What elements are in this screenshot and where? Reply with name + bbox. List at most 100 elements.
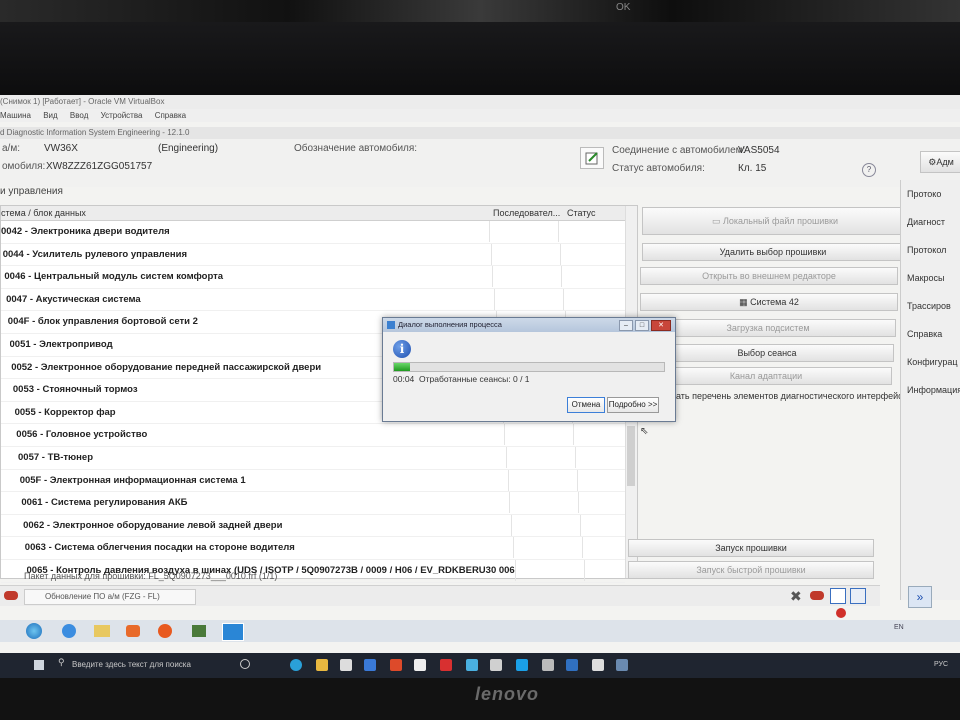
edit-note-icon[interactable] [580,147,604,169]
forward-icon[interactable]: » [908,586,932,608]
control-unit-name: 0044 - Усилитель рулевого управления [2,248,187,260]
windows-taskbar: ⚲ Введите здесь текст для поиска РУС [0,653,960,678]
table-row[interactable]: 0056 - Головное устройство [1,424,625,447]
local-file-button[interactable]: ▭ Локальный файл прошивки [642,207,908,235]
opera-icon[interactable] [440,659,452,671]
sequence-cell [514,559,584,581]
control-unit-name: 0047 - Акустическая система [6,293,141,305]
open-external-button[interactable]: Открыть во внешнем редакторе [640,267,898,285]
table-row[interactable]: 0047 - Акустическая система [1,288,625,312]
store-icon[interactable] [340,659,352,671]
table-row[interactable]: 0057 - ТВ-тюнер [1,446,625,470]
odis-task-icon[interactable] [222,623,244,641]
app3-icon[interactable] [542,659,554,671]
cancel-button[interactable]: Отмена [567,397,605,413]
sequence-cell [492,266,561,288]
error-icon [836,608,846,618]
table-row[interactable]: 0042 - Электроника двери водителя [1,221,625,244]
tools-icon[interactable]: ✖ [790,588,802,605]
virtualbox-icon[interactable] [616,659,628,671]
control-unit-name: 0062 - Электронное оборудование левой за… [23,519,283,531]
menu-machine[interactable]: Машина [0,111,31,120]
minimize-icon[interactable]: – [619,320,633,331]
ie-icon[interactable] [62,624,76,638]
system-42-button[interactable]: ▦ Система 42 [640,293,898,311]
interface-list-option[interactable]: ать перечень элементов диагностического … [676,391,908,401]
progress-bar [393,362,665,372]
tab-tracing[interactable]: Трассиров [901,292,960,320]
load-subsystems-button[interactable]: Загрузка подсистем [640,319,896,337]
admin-button[interactable]: ⚙Адм [920,151,960,173]
chart-icon[interactable] [850,588,866,604]
checklist-icon[interactable] [830,588,846,604]
tab-software-update[interactable]: Обновление ПО а/м (FZG - FL) [24,589,196,605]
col-system[interactable]: стема / блок данных [1,206,86,220]
search-input[interactable]: Введите здесь текст для поиска [72,657,252,673]
menu-input[interactable]: Ввод [70,111,88,120]
virtualbox-cube-icon[interactable] [592,659,604,671]
designation-label: Обозначение автомобиля: [294,143,418,154]
scrollbar-thumb[interactable] [627,426,635,486]
start-quick-flash-button[interactable]: Запуск быстрой прошивки [628,561,874,579]
folder-icon: ▭ [711,216,721,226]
monitor-bezel-top: OK [0,0,960,95]
explorer-icon[interactable] [94,625,110,637]
firefox-icon[interactable] [158,624,172,638]
dialog-app-icon [387,321,395,330]
app2-icon[interactable] [490,659,502,671]
lang-indicator[interactable]: РУС [934,661,948,668]
menu-devices[interactable]: Устройства [101,111,143,120]
tab-config[interactable]: Конфигурац [901,348,960,376]
col-sequence[interactable]: Последовател... [493,206,560,220]
office-icon[interactable] [390,659,402,671]
table-row[interactable]: 0063 - Система облегчения посадки на сто… [1,537,625,560]
start-orb-icon[interactable] [26,623,42,639]
help-icon[interactable]: ? [862,163,876,177]
windows-start-icon[interactable] [34,660,44,670]
tab-macros[interactable]: Макросы [901,264,960,292]
dialog-title-bar: Диалог выполнения процесса – □ ✕ [383,318,675,332]
close-icon[interactable]: ✕ [651,320,671,331]
sequence-cell [506,446,575,468]
chrome-icon[interactable] [414,659,426,671]
tab-protocol[interactable]: Протоко [901,180,960,208]
folder-icon-taskbar[interactable] [316,659,328,671]
table-row[interactable]: 0061 - Система регулирования АКБ [1,492,625,515]
guest-lang[interactable]: EN [894,624,904,631]
sequence-cell [489,221,558,242]
vin-value: XW8ZZZ61ZGG051757 [46,161,153,172]
col-status[interactable]: Статус [567,206,595,220]
car-diag-icon[interactable] [810,591,824,600]
tab-help[interactable]: Справка [901,320,960,348]
chip-icon: ▦ [739,297,748,307]
status-cell [583,559,626,581]
telegram-icon[interactable] [466,659,478,671]
media-icon[interactable] [126,625,140,637]
table-row[interactable]: 0044 - Усилитель рулевого управления [1,243,625,267]
adapt-channel-button[interactable]: Канал адаптации [640,367,892,385]
tab-diagnostics[interactable]: Диагност [901,208,960,236]
task-view-icon[interactable] [240,659,250,669]
table-row[interactable]: 005F - Электронная информационная систем… [1,469,625,493]
menu-view[interactable]: Вид [43,111,57,120]
vehicle-status-label: Статус автомобиля: [612,163,705,174]
select-session-button[interactable]: Выбор сеанса [640,344,894,362]
packet-row: Пакет данных для прошивки: FL_5Q0907273_… [24,571,278,581]
control-unit-name: 0061 - Система регулирования АКБ [21,497,188,509]
skype-icon[interactable] [516,659,528,671]
table-row[interactable]: 0046 - Центральный модуль систем комфорт… [1,266,625,289]
status-cell [561,266,622,288]
maximize-icon[interactable]: □ [635,320,649,331]
tab-protocol-2[interactable]: Протокол [901,236,960,264]
delete-selection-button[interactable]: Удалить выбор прошивки [642,243,904,261]
table-row[interactable]: 0062 - Электронное оборудование левой за… [1,514,625,538]
details-button[interactable]: Подробно >> [607,397,659,413]
app4-icon[interactable] [566,659,578,671]
app-icon[interactable] [192,625,206,637]
mode-value: (Engineering) [158,143,219,154]
mail-icon[interactable] [364,659,376,671]
menu-help[interactable]: Справка [155,111,186,120]
start-flash-button[interactable]: Запуск прошивки [628,539,874,557]
tab-info[interactable]: Информация [901,376,960,404]
edge-icon[interactable] [290,659,302,671]
